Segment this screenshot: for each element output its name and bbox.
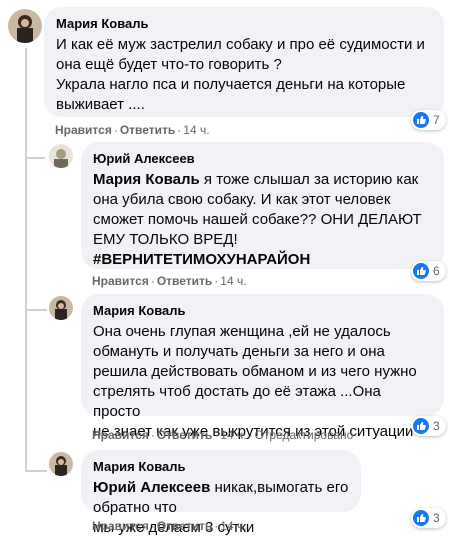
- reaction-badge[interactable]: 3: [411, 508, 446, 528]
- like-link[interactable]: Нравится: [92, 519, 149, 533]
- reply-connector: [25, 309, 47, 311]
- comment-author[interactable]: Мария Коваль: [56, 16, 432, 32]
- separator: ·: [214, 519, 219, 533]
- comment-reply: Мария Коваль Юрий Алексеев никак,вымогат…: [0, 445, 465, 536]
- reaction-count: 3: [433, 419, 440, 433]
- avatar[interactable]: [49, 296, 73, 320]
- separator: ·: [150, 519, 155, 533]
- reply-link[interactable]: Ответить: [157, 428, 212, 442]
- reply-link[interactable]: Ответить: [157, 274, 212, 288]
- reaction-count: 7: [433, 113, 440, 127]
- avatar[interactable]: [49, 452, 73, 476]
- reply-connector: [25, 157, 45, 159]
- reaction-count: 6: [433, 264, 440, 278]
- mention[interactable]: Юрий Алексеев: [93, 479, 210, 496]
- like-link[interactable]: Нравится: [92, 274, 149, 288]
- reply-link[interactable]: Ответить: [120, 123, 175, 137]
- reaction-badge[interactable]: 6: [411, 261, 446, 281]
- separator: ·: [214, 274, 219, 288]
- separator: ·: [150, 428, 155, 442]
- like-thumb-icon: [413, 263, 429, 279]
- edited-label: Отредактировано: [254, 428, 354, 442]
- comment-reply: Юрий Алексеев Мария Коваль я тоже слышал…: [0, 140, 465, 290]
- separator: ·: [177, 123, 182, 137]
- comment-bubble: Мария Коваль Она очень глупая женщина ,е…: [81, 294, 444, 440]
- comment-actions: Нравится · Ответить · 14 ч.: [92, 519, 247, 533]
- reply-link[interactable]: Ответить: [157, 519, 212, 533]
- comment-actions: Нравится · Ответить · 14 ч.: [92, 274, 247, 288]
- comment-time[interactable]: 14 ч.: [220, 274, 246, 288]
- reply-connector: [25, 470, 47, 472]
- comment: Мария Коваль И как её муж застрелил соба…: [0, 0, 465, 140]
- reaction-count: 3: [433, 511, 440, 525]
- comment-bubble: Юрий Алексеев Мария Коваль я тоже слышал…: [81, 142, 444, 269]
- separator: ·: [248, 428, 253, 442]
- separator: ·: [150, 274, 155, 288]
- comment-author[interactable]: Юрий Алексеев: [93, 151, 432, 167]
- reaction-badge[interactable]: 7: [411, 110, 446, 130]
- comment-text: Мария Коваль я тоже слышал за историю ка…: [93, 170, 432, 250]
- comment-reply: Мария Коваль Она очень глупая женщина ,е…: [0, 290, 465, 445]
- like-thumb-icon: [413, 510, 429, 526]
- like-link[interactable]: Нравится: [55, 123, 112, 137]
- hashtag[interactable]: #ВЕРНИТЕТИМОХУНАРАЙОН: [93, 250, 432, 270]
- comment-actions: Нравится · Ответить · 14 ч.: [55, 123, 210, 137]
- like-thumb-icon: [413, 112, 429, 128]
- comment-time[interactable]: 14 ч.: [220, 428, 246, 442]
- separator: ·: [214, 428, 219, 442]
- comment-bubble: Мария Коваль И как её муж застрелил соба…: [44, 7, 444, 117]
- comment-actions: Нравится · Ответить · 14 ч. · Отредактировано: [92, 428, 353, 442]
- separator: ·: [113, 123, 118, 137]
- comment-text: Она очень глупая женщина ,ей не удалось …: [93, 323, 417, 440]
- like-thumb-icon: [413, 418, 429, 434]
- comment-time[interactable]: 14 ч.: [220, 519, 246, 533]
- mention[interactable]: Мария Коваль: [93, 171, 200, 188]
- comment-text: И как её муж застрелил собаку и про её с…: [56, 36, 425, 113]
- comment-bubble: Мария Коваль Юрий Алексеев никак,вымогат…: [81, 450, 361, 536]
- like-link[interactable]: Нравится: [92, 428, 149, 442]
- reaction-badge[interactable]: 3: [411, 416, 446, 436]
- comment-author[interactable]: Мария Коваль: [93, 459, 349, 475]
- avatar[interactable]: [8, 9, 42, 43]
- comment-time[interactable]: 14 ч.: [183, 123, 209, 137]
- avatar[interactable]: [49, 144, 73, 168]
- comment-author[interactable]: Мария Коваль: [93, 303, 432, 319]
